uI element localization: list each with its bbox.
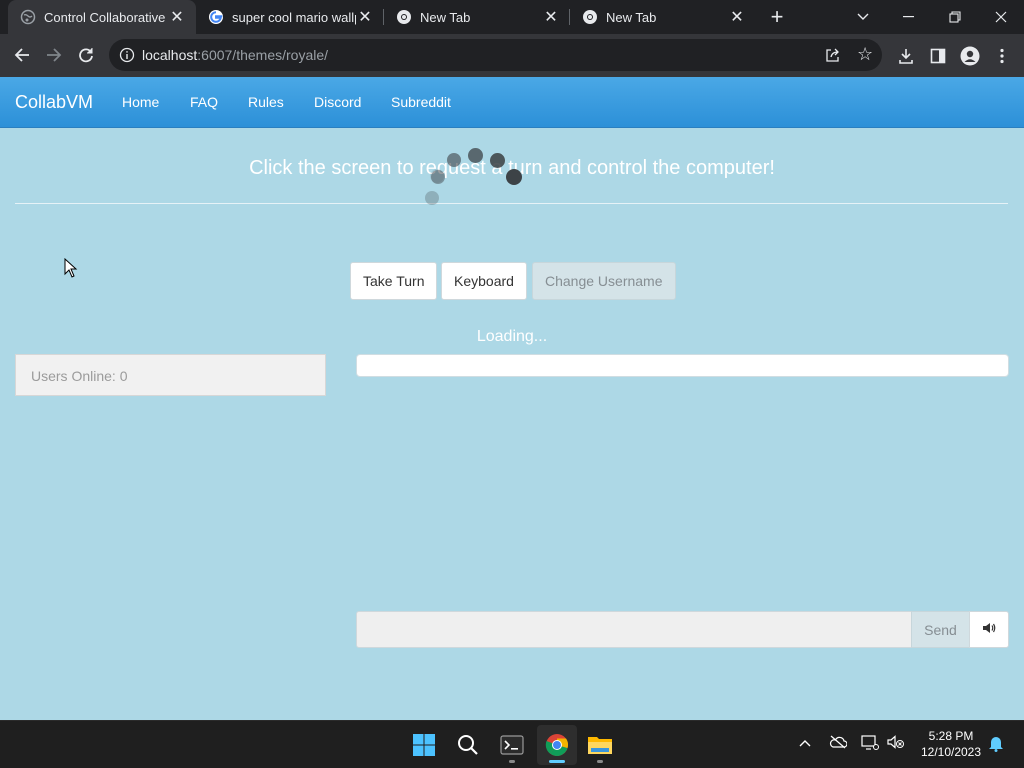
tab-close-icon[interactable]: ✕ (728, 8, 746, 26)
reload-icon[interactable] (71, 40, 101, 70)
minimize-icon[interactable] (886, 0, 932, 34)
terminal-icon[interactable] (492, 725, 532, 765)
spinner-dot (431, 170, 445, 184)
nav-discord[interactable]: Discord (314, 94, 361, 110)
tab-close-icon[interactable]: ✕ (542, 8, 560, 26)
speaker-icon (982, 621, 996, 639)
keyboard-button[interactable]: Keyboard (441, 262, 527, 300)
spinner-dot (425, 191, 439, 205)
tab-search-chevron-icon[interactable] (840, 0, 886, 34)
users-online-panel: Users Online: 0 (15, 354, 326, 396)
nav-subreddit[interactable]: Subreddit (391, 94, 451, 110)
site-navbar: CollabVM Home FAQ Rules Discord Subreddi… (0, 77, 1024, 128)
chrome-icon (396, 9, 412, 25)
divider (15, 203, 1008, 204)
take-turn-button[interactable]: Take Turn (350, 262, 438, 300)
mouse-cursor-icon (64, 257, 78, 283)
browser-tab-google[interactable]: super cool mario wallp ✕ (196, 0, 384, 34)
profile-icon[interactable] (959, 45, 981, 67)
system-clock[interactable]: 5:28 PM 12/10/2023 (912, 728, 990, 760)
windows-taskbar: 5:28 PM 12/10/2023 (0, 720, 1024, 768)
site-brand[interactable]: CollabVM (15, 92, 93, 113)
restore-icon[interactable] (932, 0, 978, 34)
windows-start-icon[interactable] (404, 725, 444, 765)
chat-input[interactable] (356, 611, 912, 648)
nav-rules[interactable]: Rules (248, 94, 284, 110)
tab-close-icon[interactable]: ✕ (168, 8, 186, 26)
spinner-dot (468, 148, 483, 163)
new-tab-icon[interactable]: + (764, 4, 790, 30)
active-indicator (549, 760, 565, 763)
bookmark-star-icon[interactable]: ☆ (857, 44, 873, 65)
spinner-dot (447, 153, 461, 167)
running-indicator (509, 760, 515, 763)
tab-title: Control Collaborative V (44, 9, 168, 25)
tab-title: New Tab (420, 9, 471, 25)
volume-button[interactable] (969, 611, 1009, 648)
network-icon[interactable] (861, 735, 879, 754)
browser-toolbar: localhost:6007/themes/royale/ ☆ (0, 34, 1024, 77)
chrome-icon[interactable] (537, 725, 577, 765)
url-text: localhost:6007/themes/royale/ (142, 47, 328, 63)
nav-home[interactable]: Home (122, 94, 159, 110)
site-info-icon[interactable] (119, 47, 135, 63)
clock-time: 5:28 PM (928, 729, 974, 743)
collabvm-page: CollabVM Home FAQ Rules Discord Subreddi… (0, 77, 1024, 720)
show-hidden-icons-chevron-icon[interactable] (799, 735, 811, 750)
send-button[interactable]: Send (911, 611, 970, 648)
address-bar[interactable]: localhost:6007/themes/royale/ ☆ (109, 39, 882, 71)
search-icon[interactable] (448, 725, 488, 765)
side-panel-icon[interactable] (927, 45, 949, 67)
spinner-dot (506, 169, 522, 185)
onedrive-icon[interactable] (829, 735, 848, 752)
browser-tab-new-tab-1[interactable]: New Tab ✕ (384, 0, 570, 34)
tab-title: super cool mario wallp (232, 9, 356, 25)
back-arrow-icon[interactable] (7, 40, 37, 70)
loading-progress-bar (356, 354, 1009, 377)
url-path: :6007/themes/royale/ (197, 47, 329, 63)
forward-arrow-icon[interactable] (39, 40, 69, 70)
kebab-menu-icon[interactable] (991, 45, 1013, 67)
browser-tab-collabvm[interactable]: Control Collaborative V ✕ (8, 0, 196, 34)
clock-date: 12/10/2023 (920, 745, 982, 759)
tab-close-icon[interactable]: ✕ (356, 8, 374, 26)
google-icon (208, 9, 224, 25)
globe-icon (20, 9, 36, 25)
chrome-icon (582, 9, 598, 25)
running-indicator (597, 760, 603, 763)
file-explorer-icon[interactable] (580, 725, 620, 765)
nav-faq[interactable]: FAQ (190, 94, 218, 110)
download-icon[interactable] (895, 45, 917, 67)
loading-text: Loading... (476, 328, 548, 345)
close-window-icon[interactable] (978, 0, 1024, 34)
browser-tab-new-tab-2[interactable]: New Tab ✕ (570, 0, 756, 34)
tab-title: New Tab (606, 9, 657, 25)
url-host: localhost (142, 47, 198, 63)
share-icon[interactable] (825, 47, 841, 68)
change-username-button[interactable]: Change Username (532, 262, 676, 300)
browser-tab-strip: Control Collaborative V ✕ super cool mar… (0, 0, 1024, 34)
notification-bell-icon[interactable] (988, 734, 1004, 755)
spinner-dot (490, 153, 505, 168)
volume-muted-icon[interactable] (887, 735, 905, 752)
